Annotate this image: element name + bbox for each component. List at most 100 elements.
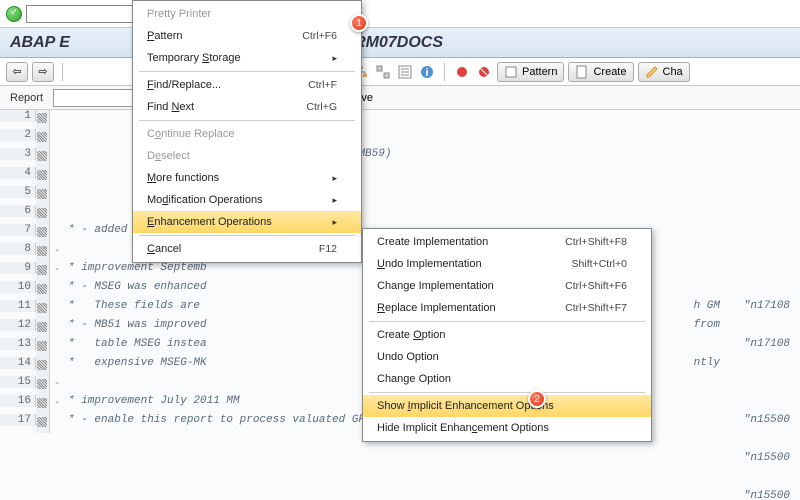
display-list-icon[interactable]: [396, 63, 414, 81]
pattern-button[interactable]: Pattern: [497, 62, 564, 82]
menu-item-label: Enhancement Operations: [147, 216, 324, 228]
menu-item-undo-option[interactable]: Undo Option: [363, 346, 651, 368]
menu-item-deselect: Deselect: [133, 145, 361, 167]
menu-item-label: Pattern: [147, 30, 302, 42]
menu-separator: [139, 71, 355, 72]
line-number: 17: [0, 414, 36, 426]
menu-item-shortcut: Ctrl+F6: [302, 30, 337, 42]
menu-item-label: Change Implementation: [377, 280, 565, 292]
menu-item-replace-implementation[interactable]: Replace ImplementationCtrl+Shift+F7: [363, 297, 651, 319]
code-line[interactable]: 6"n17108: [0, 205, 800, 224]
code-line[interactable]: 1: [0, 110, 800, 129]
annotation-1: 1: [350, 14, 368, 32]
change-marker: [36, 357, 50, 376]
menu-item-pretty-printer: Pretty Printer: [133, 3, 361, 25]
menu-item-label: Create Implementation: [377, 236, 565, 248]
change-marker: [36, 262, 50, 281]
menu-item-label: Change Option: [377, 373, 627, 385]
breakpoint-set-icon[interactable]: [453, 63, 471, 81]
menu-item-shortcut: Shift+Ctrl+0: [572, 258, 627, 270]
nav-fwd-button[interactable]: ⇨: [32, 62, 54, 82]
code-line[interactable]: 3 nd replacing also MB59): [0, 148, 800, 167]
menu-item-find-replace-[interactable]: Find/Replace...Ctrl+F: [133, 74, 361, 96]
fold-toggle[interactable]: -: [50, 262, 64, 275]
line-number: 11: [0, 300, 36, 312]
line-number: 9: [0, 262, 36, 274]
change-marker: [36, 148, 50, 167]
change-marker: [36, 205, 50, 224]
code-fragment: ntly: [694, 357, 720, 369]
svg-text:i: i: [425, 67, 428, 79]
line-number: 4: [0, 167, 36, 179]
line-number: 7: [0, 224, 36, 236]
change-button[interactable]: Cha: [638, 62, 690, 82]
menu-item-more-functions[interactable]: More functions: [133, 167, 361, 189]
change-marker: [36, 300, 50, 319]
change-marker: [36, 319, 50, 338]
menu-item-shortcut: Ctrl+F: [308, 79, 337, 91]
menu-item-change-implementation[interactable]: Change ImplementationCtrl+Shift+F6: [363, 275, 651, 297]
info-icon[interactable]: i: [418, 63, 436, 81]
menu-item-label: Find/Replace...: [147, 79, 308, 91]
menu-item-label: Hide Implicit Enhancement Options: [377, 422, 627, 434]
change-marker: [36, 110, 50, 129]
system-toolbar: [0, 0, 800, 28]
pattern-button-label: Pattern: [522, 66, 557, 78]
status-ok-icon: [6, 6, 22, 22]
line-number: 6: [0, 205, 36, 217]
fold-toggle[interactable]: -: [50, 395, 64, 408]
change-marker: [36, 395, 50, 414]
menu-item-label: More functions: [147, 172, 324, 184]
change-button-label: Cha: [663, 66, 683, 78]
menu-item-undo-implementation[interactable]: Undo ImplementationShift+Ctrl+0: [363, 253, 651, 275]
menu-item-temporary-storage[interactable]: Temporary Storage: [133, 47, 361, 69]
menu-item-pattern[interactable]: PatternCtrl+F6: [133, 25, 361, 47]
change-marker: [36, 376, 50, 395]
report-label: Report: [10, 92, 43, 104]
code-fragment: from: [694, 319, 720, 331]
line-number: 16: [0, 395, 36, 407]
line-number: 15: [0, 376, 36, 388]
menu-separator: [139, 120, 355, 121]
menu-item-create-implementation[interactable]: Create ImplementationCtrl+Shift+F8: [363, 231, 651, 253]
code-line[interactable]: 2: [0, 129, 800, 148]
line-tag: "n15500: [744, 490, 790, 500]
report-row: Report Active: [0, 86, 800, 110]
menu-item-label: Undo Implementation: [377, 258, 572, 270]
code-line[interactable]: 4 uments: [0, 167, 800, 186]
menu-item-show-implicit-enhancement-options[interactable]: Show Implicit Enhancement Options: [363, 395, 651, 417]
menu-item-shortcut: Ctrl+Shift+F6: [565, 280, 627, 292]
fold-toggle[interactable]: -: [50, 376, 64, 389]
menu-item-label: Find Next: [147, 101, 306, 113]
menu-separator: [139, 235, 355, 236]
menu-item-label: Modification Operations: [147, 194, 324, 206]
where-used-icon[interactable]: [374, 63, 392, 81]
breakpoint-del-icon[interactable]: [475, 63, 493, 81]
code-line[interactable]: 5: [0, 186, 800, 205]
menu-item-hide-implicit-enhancement-options[interactable]: Hide Implicit Enhancement Options: [363, 417, 651, 439]
menu-item-find-next[interactable]: Find NextCtrl+G: [133, 96, 361, 118]
code-fragment: h GM: [694, 300, 720, 312]
change-marker: [36, 243, 50, 262]
menu-item-label: Undo Option: [377, 351, 627, 363]
menu-item-label: Cancel: [147, 243, 319, 255]
fold-toggle[interactable]: -: [50, 243, 64, 256]
menu-item-cancel[interactable]: CancelF12: [133, 238, 361, 260]
menu-item-modification-operations[interactable]: Modification Operations: [133, 189, 361, 211]
change-marker: [36, 129, 50, 148]
create-button[interactable]: Create: [568, 62, 633, 82]
menu-item-label: Temporary Storage: [147, 52, 324, 64]
line-tag: "n15500: [744, 452, 790, 464]
menu-item-create-option[interactable]: Create Option: [363, 324, 651, 346]
menu-item-label: Continue Replace: [147, 128, 337, 140]
line-number: 14: [0, 357, 36, 369]
title-bar: ABAP E nts for RM07DOCS: [0, 28, 800, 58]
create-button-label: Create: [593, 66, 626, 78]
nav-back-button[interactable]: ⇦: [6, 62, 28, 82]
app-title-left: ABAP E: [10, 34, 70, 52]
menu-item-enhancement-operations[interactable]: Enhancement Operations: [133, 211, 361, 233]
menu-item-change-option[interactable]: Change Option: [363, 368, 651, 390]
change-marker: [36, 224, 50, 243]
menu-item-label: Deselect: [147, 150, 337, 162]
line-number: 13: [0, 338, 36, 350]
